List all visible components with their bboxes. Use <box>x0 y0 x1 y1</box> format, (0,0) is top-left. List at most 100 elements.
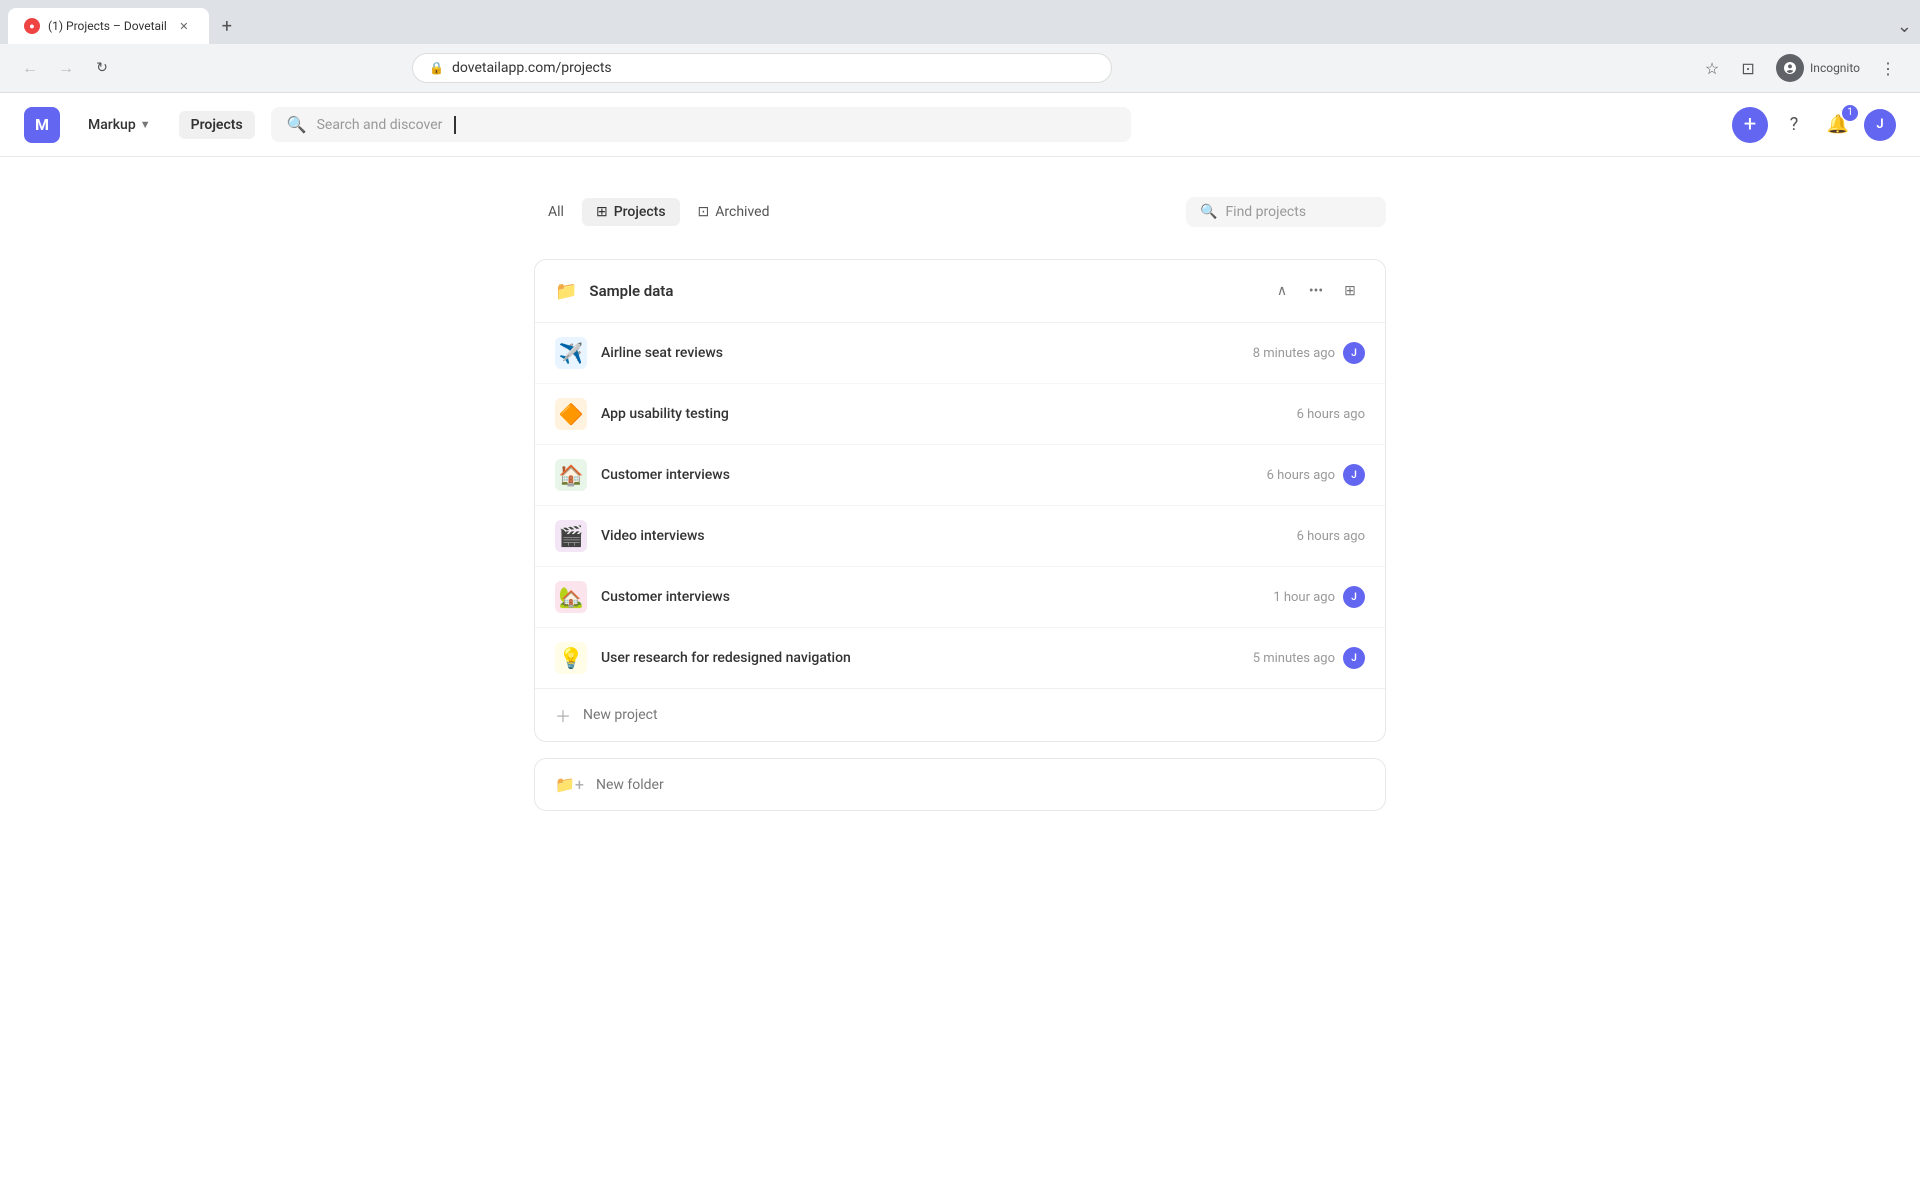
project-name: Airline seat reviews <box>601 345 1239 361</box>
project-emoji: 🏠 <box>555 459 587 491</box>
project-time: 5 minutes ago <box>1253 651 1335 666</box>
search-placeholder-text: Search and discover <box>317 117 443 133</box>
project-row[interactable]: 🏡 Customer interviews 1 hour ago J <box>535 567 1385 628</box>
tab-projects-label: Projects <box>614 204 666 220</box>
user-dot: J <box>1343 586 1365 608</box>
new-project-label: New project <box>583 707 658 723</box>
project-time: 1 hour ago <box>1273 590 1335 605</box>
archived-tab-icon: ⊡ <box>698 204 710 220</box>
incognito-badge[interactable]: Incognito <box>1768 50 1868 86</box>
project-row[interactable]: 🎬 Video interviews 6 hours ago <box>535 506 1385 567</box>
project-time: 6 hours ago <box>1267 468 1335 483</box>
markup-button[interactable]: Markup ▼ <box>76 111 163 139</box>
new-folder-row[interactable]: 📁+ New folder <box>535 759 1385 810</box>
project-name: Video interviews <box>601 528 1283 544</box>
refresh-button[interactable]: ↻ <box>88 54 116 82</box>
find-placeholder-text: Find projects <box>1225 204 1306 220</box>
project-emoji: 🏡 <box>555 581 587 613</box>
new-project-row[interactable]: ＋ New project <box>535 688 1385 741</box>
grid-view-button[interactable]: ⊞ <box>1335 276 1365 306</box>
bookmark-button[interactable]: ☆ <box>1696 52 1728 84</box>
address-bar: ← → ↻ 🔒 dovetailapp.com/projects ☆ ⊡ Inc… <box>0 44 1920 92</box>
back-button[interactable]: ← <box>16 54 44 82</box>
tab-all-label: All <box>548 204 564 220</box>
user-dot: J <box>1343 464 1365 486</box>
project-meta: 1 hour ago J <box>1273 586 1365 608</box>
notifications-button[interactable]: 🔔 1 <box>1820 107 1856 143</box>
project-time: 8 minutes ago <box>1253 346 1335 361</box>
more-options-button[interactable]: ••• <box>1301 276 1331 306</box>
folder-header: 📁 Sample data ∧ ••• ⊞ <box>535 260 1385 323</box>
add-button[interactable]: + <box>1732 107 1768 143</box>
project-meta: 6 hours ago <box>1297 529 1365 544</box>
tab-list-button[interactable]: ⌄ <box>1897 16 1912 37</box>
more-button[interactable]: ⋮ <box>1872 52 1904 84</box>
tab-close-button[interactable]: ✕ <box>175 17 193 35</box>
header-search-bar[interactable]: 🔍 Search and discover <box>271 107 1131 142</box>
new-tab-button[interactable]: + <box>213 12 241 40</box>
project-meta: 8 minutes ago J <box>1253 342 1365 364</box>
add-project-icon: ＋ <box>555 703 571 727</box>
project-meta: 5 minutes ago J <box>1253 647 1365 669</box>
browser-chrome: ● (1) Projects – Dovetail ✕ + ⌄ ← → ↻ 🔒 … <box>0 0 1920 93</box>
project-name: User research for redesigned navigation <box>601 650 1239 666</box>
project-row[interactable]: ✈️ Airline seat reviews 8 minutes ago J <box>535 323 1385 384</box>
project-name: App usability testing <box>601 406 1283 422</box>
project-emoji: 🔶 <box>555 398 587 430</box>
project-time: 6 hours ago <box>1297 529 1365 544</box>
app-header: M Markup ▼ Projects 🔍 Search and discove… <box>0 93 1920 157</box>
find-icon: 🔍 <box>1200 204 1217 220</box>
add-folder-icon: 📁+ <box>555 775 584 794</box>
forward-button[interactable]: → <box>52 54 80 82</box>
folder-icon: 📁 <box>555 281 577 302</box>
tab-all[interactable]: All <box>534 198 578 226</box>
incognito-label: Incognito <box>1810 61 1860 75</box>
folder-name: Sample data <box>589 282 1255 300</box>
browser-actions: ☆ ⊡ Incognito ⋮ <box>1696 50 1904 86</box>
user-dot: J <box>1343 647 1365 669</box>
tab-projects[interactable]: ⊞ Projects <box>582 198 680 226</box>
markup-chevron-icon: ▼ <box>140 118 151 131</box>
tab-favicon: ● <box>24 18 40 34</box>
search-icon: 🔍 <box>287 115 307 134</box>
tab-title: (1) Projects – Dovetail <box>48 19 167 33</box>
collapse-button[interactable]: ∧ <box>1267 276 1297 306</box>
projects-nav-button[interactable]: Projects <box>179 111 255 139</box>
project-row[interactable]: 🏠 Customer interviews 6 hours ago J <box>535 445 1385 506</box>
project-row[interactable]: 💡 User research for redesigned navigatio… <box>535 628 1385 688</box>
markup-label: Markup <box>88 117 136 133</box>
tab-archived[interactable]: ⊡ Archived <box>684 198 784 226</box>
project-emoji: ✈️ <box>555 337 587 369</box>
projects-tab-icon: ⊞ <box>596 204 608 220</box>
main-content: All ⊞ Projects ⊡ Archived 🔍 Find project… <box>510 157 1410 851</box>
tab-bar: ● (1) Projects – Dovetail ✕ + ⌄ <box>0 0 1920 44</box>
new-folder-container: 📁+ New folder <box>534 758 1386 811</box>
sample-data-folder: 📁 Sample data ∧ ••• ⊞ ✈️ Airline seat re… <box>534 259 1386 742</box>
incognito-icon <box>1776 54 1804 82</box>
lock-icon: 🔒 <box>429 61 444 75</box>
project-meta: 6 hours ago J <box>1267 464 1365 486</box>
user-dot: J <box>1343 342 1365 364</box>
user-avatar[interactable]: J <box>1864 109 1896 141</box>
help-icon: ? <box>1790 114 1799 135</box>
active-tab[interactable]: ● (1) Projects – Dovetail ✕ <box>8 8 209 44</box>
tab-archived-label: Archived <box>715 204 769 220</box>
project-name: Customer interviews <box>601 467 1253 483</box>
workspace-button[interactable]: M <box>24 107 60 143</box>
new-folder-label: New folder <box>596 777 664 793</box>
project-time: 6 hours ago <box>1297 407 1365 422</box>
projects-list: ✈️ Airline seat reviews 8 minutes ago J … <box>535 323 1385 688</box>
folder-actions: ∧ ••• ⊞ <box>1267 276 1365 306</box>
project-row[interactable]: 🔶 App usability testing 6 hours ago <box>535 384 1385 445</box>
extension-button[interactable]: ⊡ <box>1732 52 1764 84</box>
tabs-row: All ⊞ Projects ⊡ Archived 🔍 Find project… <box>534 197 1386 227</box>
project-emoji: 🎬 <box>555 520 587 552</box>
notification-badge: 1 <box>1842 105 1858 121</box>
help-button[interactable]: ? <box>1776 107 1812 143</box>
find-projects-search[interactable]: 🔍 Find projects <box>1186 197 1386 227</box>
header-actions: + ? 🔔 1 J <box>1732 107 1896 143</box>
url-bar[interactable]: 🔒 dovetailapp.com/projects <box>412 53 1112 83</box>
url-text: dovetailapp.com/projects <box>452 60 612 76</box>
project-name: Customer interviews <box>601 589 1259 605</box>
project-meta: 6 hours ago <box>1297 407 1365 422</box>
